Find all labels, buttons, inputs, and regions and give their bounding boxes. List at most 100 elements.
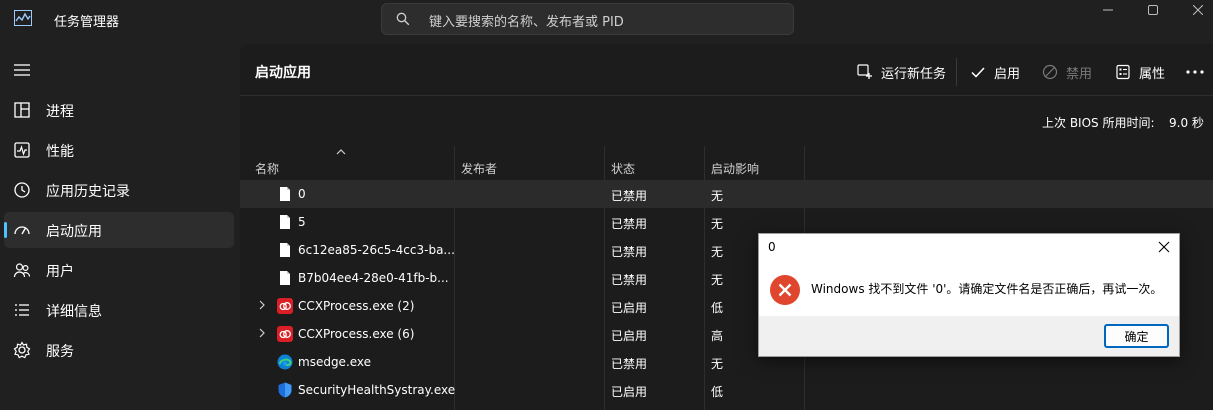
row-status: 已启用 [611, 301, 648, 315]
sidebar-item-label: 详细信息 [46, 304, 102, 320]
minimize-icon [1103, 9, 1113, 11]
row-status: 已启用 [611, 385, 648, 399]
sort-ascending-icon [336, 149, 346, 155]
search-input[interactable]: 键入要搜索的名称、发布者或 PID [429, 11, 624, 30]
bios-time-value: 9.0 秒 [1169, 116, 1204, 130]
sidebar-item-services[interactable]: 服务 [4, 332, 234, 368]
edge-icon [277, 354, 293, 370]
header-divider [240, 95, 1213, 96]
sidebar-item-details[interactable]: 详细信息 [4, 292, 234, 328]
performance-icon [14, 142, 30, 158]
disable-icon [1042, 64, 1058, 80]
file-icon [280, 187, 290, 201]
column-header-name[interactable]: 名称 [255, 160, 279, 177]
active-indicator [4, 222, 7, 238]
row-status: 已禁用 [611, 245, 648, 259]
row-name: msedge.exe [298, 355, 372, 369]
minimize-button[interactable] [1085, 0, 1131, 20]
app-history-icon [14, 182, 30, 198]
row-impact: 无 [711, 189, 724, 203]
close-icon[interactable] [1157, 240, 1171, 254]
close-window-button[interactable] [1175, 0, 1213, 20]
run-new-task-button[interactable]: 运行新任务 [857, 62, 946, 82]
error-icon [770, 275, 800, 305]
page-title: 启动应用 [255, 65, 311, 81]
dialog-message: Windows 找不到文件 '0'。请确定文件名是否正确后，再试一次。 [811, 282, 1163, 296]
sidebar-item-app-history[interactable]: 应用历史记录 [4, 172, 234, 208]
error-dialog: 0 Windows 找不到文件 '0'。请确定文件名是否正确后，再试一次。 确定 [758, 233, 1180, 357]
users-icon [13, 263, 31, 278]
column-header-impact[interactable]: 启动影响 [711, 160, 759, 177]
toolbar-divider [956, 58, 957, 86]
row-status: 已启用 [611, 329, 648, 343]
disable-label: 禁用 [1066, 66, 1093, 82]
row-name: 0 [298, 187, 306, 201]
enable-label: 启用 [994, 66, 1021, 82]
title-bar: 任务管理器 键入要搜索的名称、发布者或 PID [0, 0, 1213, 44]
sidebar: 进程 性能 应用历史记录 启动应用 用户 详细信息 服务 [0, 44, 240, 410]
startup-apps-icon [14, 226, 30, 235]
row-name: SecurityHealthSystray.exe [298, 383, 456, 397]
creative-cloud-icon [277, 298, 293, 314]
row-impact: 无 [711, 357, 724, 371]
sidebar-item-label: 进程 [46, 104, 74, 120]
table-row[interactable]: 0 已禁用 无 [240, 180, 1213, 208]
maximize-icon [1148, 5, 1158, 15]
disable-button[interactable]: 禁用 [1042, 62, 1092, 82]
row-status: 已禁用 [611, 357, 648, 371]
row-impact: 无 [711, 217, 724, 231]
row-impact: 高 [711, 329, 724, 343]
sidebar-item-label: 启动应用 [46, 224, 102, 240]
shield-icon [278, 382, 292, 398]
sidebar-item-label: 应用历史记录 [46, 184, 130, 200]
row-name: B7b04ee4-28e0-41fb-b... [298, 271, 449, 285]
hamburger-menu-icon[interactable] [14, 63, 30, 77]
row-status: 已禁用 [611, 189, 648, 203]
services-icon [13, 341, 31, 359]
table-row[interactable]: SecurityHealthSystray.exe 已启用 低 [240, 376, 1213, 404]
chevron-right-icon[interactable] [258, 328, 266, 338]
sidebar-item-label: 服务 [46, 344, 74, 360]
dialog-footer: 确定 [759, 316, 1179, 356]
sidebar-item-processes[interactable]: 进程 [4, 92, 234, 128]
run-new-task-label: 运行新任务 [881, 66, 947, 82]
ok-button[interactable]: 确定 [1104, 324, 1169, 348]
bios-time-label: 上次 BIOS 所用时间: [1042, 116, 1155, 130]
sidebar-item-users[interactable]: 用户 [4, 252, 234, 288]
chevron-right-icon[interactable] [258, 300, 266, 310]
column-header-status[interactable]: 状态 [611, 160, 635, 177]
more-options-icon[interactable] [1186, 69, 1204, 75]
properties-icon [1116, 64, 1130, 80]
creative-cloud-icon [277, 326, 293, 342]
sidebar-item-label: 性能 [46, 144, 74, 160]
task-manager-icon [14, 10, 32, 26]
row-name: CCXProcess.exe (2) [298, 299, 415, 313]
row-status: 已禁用 [611, 273, 648, 287]
row-impact: 无 [711, 273, 724, 287]
dialog-title: 0 [768, 240, 776, 254]
checkmark-icon [971, 67, 985, 78]
search-icon [396, 12, 410, 26]
enable-button[interactable]: 启用 [970, 62, 1020, 82]
details-icon [15, 304, 29, 316]
row-name: 5 [298, 215, 306, 229]
row-impact: 低 [711, 385, 724, 399]
maximize-button[interactable] [1130, 0, 1176, 20]
search-box[interactable]: 键入要搜索的名称、发布者或 PID [381, 3, 794, 35]
column-header-publisher[interactable]: 发布者 [461, 160, 497, 177]
row-status: 已禁用 [611, 217, 648, 231]
app-title: 任务管理器 [54, 15, 120, 30]
sidebar-item-performance[interactable]: 性能 [4, 132, 234, 168]
file-icon [280, 215, 290, 229]
row-impact: 无 [711, 245, 724, 259]
file-icon [280, 271, 290, 285]
close-icon [1193, 5, 1203, 15]
file-icon [280, 243, 290, 257]
properties-button[interactable]: 属性 [1115, 62, 1165, 82]
run-new-task-icon [857, 64, 872, 79]
sidebar-item-label: 用户 [46, 264, 74, 280]
table-row[interactable]: 5 已禁用 无 [240, 208, 1213, 236]
processes-icon [14, 102, 30, 118]
sidebar-item-startup-apps[interactable]: 启动应用 [4, 212, 234, 248]
row-impact: 低 [711, 301, 724, 315]
